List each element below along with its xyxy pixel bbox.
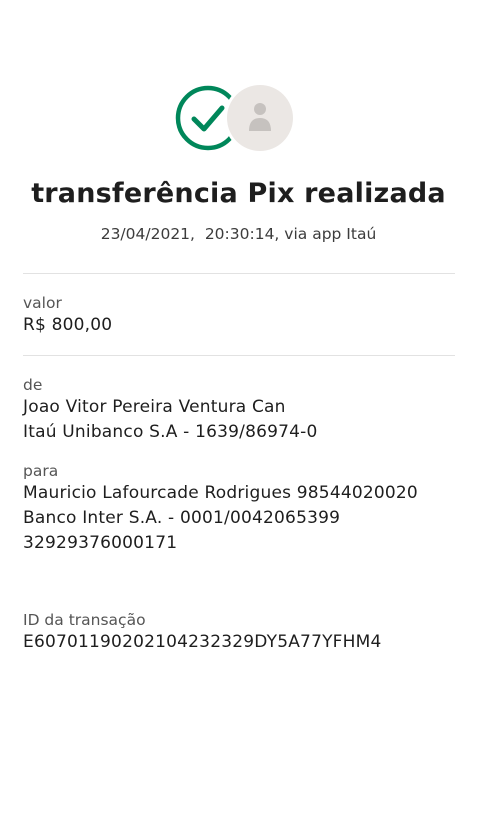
amount-value: R$ 800,00	[23, 315, 113, 335]
transaction-id-label: ID da transação	[23, 611, 146, 629]
transaction-id-value: E60701190202104232329DY5A77YFHM4	[23, 632, 382, 652]
divider	[23, 273, 455, 274]
recipient-bank: Banco Inter S.A. - 0001/0042065399	[23, 508, 341, 528]
sender-label: de	[23, 376, 43, 394]
page-title: transferência Pix realizada	[31, 178, 446, 209]
amount-label: valor	[23, 294, 62, 312]
recipient-name: Mauricio Lafourcade Rodrigues 9854402002…	[23, 483, 418, 503]
sender-name: Joao Vitor Pereira Ventura Can	[23, 397, 286, 417]
recipient-document: 32929376000171	[23, 533, 178, 553]
divider	[23, 355, 455, 356]
recipient-label: para	[23, 462, 59, 480]
user-avatar-icon	[227, 85, 293, 151]
transaction-datetime: 23/04/2021, 20:30:14, via app Itaú	[100, 225, 377, 243]
status-icons	[175, 85, 295, 155]
sender-bank: Itaú Unibanco S.A - 1639/86974-0	[23, 422, 318, 442]
